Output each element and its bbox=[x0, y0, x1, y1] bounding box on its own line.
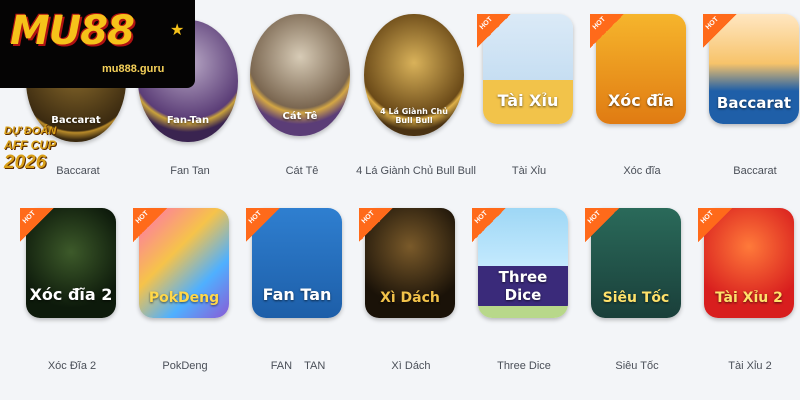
hot-badge: HOT bbox=[359, 208, 393, 242]
game-tile-fan-tan[interactable]: Fan Tan HOT FAN TAN bbox=[246, 208, 350, 372]
hot-badge: HOT bbox=[703, 14, 737, 48]
promo-line-1: DỰ ĐOÁN bbox=[4, 125, 57, 137]
hot-badge: HOT bbox=[698, 208, 732, 242]
hot-badge: HOT bbox=[472, 208, 506, 242]
hot-badge: HOT bbox=[585, 208, 619, 242]
brand-logo[interactable]: MU88 ★ mu888.guru bbox=[0, 0, 195, 88]
game-grid: Baccarat Baccarat Fan-Tan Fan Tan Cát Tê… bbox=[0, 0, 800, 400]
promo-line-3: 2026 bbox=[4, 152, 47, 173]
hot-badge: HOT bbox=[590, 14, 624, 48]
game-tile-three-dice[interactable]: Three Dice HOT Three Dice bbox=[472, 208, 576, 372]
star-icon: ★ bbox=[170, 22, 185, 39]
hot-badge: HOT bbox=[477, 14, 511, 48]
game-label: Tài Xỉu 2 bbox=[728, 360, 772, 372]
game-tile-tai-xiu-2[interactable]: Tài Xỉu 2 HOT Tài Xỉu 2 bbox=[698, 208, 800, 372]
game-tile-4-la-bull-bull[interactable]: 4 Lá Giành Chủ Bull Bull 4 Lá Giành Chủ … bbox=[356, 14, 476, 177]
game-tile-tai-xiu[interactable]: Tài Xỉu HOT Tài Xỉu bbox=[477, 14, 581, 177]
hot-badge: HOT bbox=[20, 208, 54, 242]
game-tile-cat-te[interactable]: Cát Tê Cát Tê bbox=[250, 14, 354, 177]
hot-badge: HOT bbox=[246, 208, 280, 242]
promo-line-2: AFF CUP bbox=[4, 138, 56, 152]
game-tile-pokdeng[interactable]: PokDeng HOT PokDeng bbox=[133, 208, 237, 372]
game-tile-xoc-dia-2[interactable]: Xóc đĩa 2 HOT Xóc Đĩa 2 bbox=[20, 208, 124, 372]
game-label: Baccarat bbox=[733, 165, 777, 177]
logo-text: MU88 bbox=[10, 8, 135, 54]
promo-banner[interactable]: DỰ ĐOÁN AFF CUP 2026 bbox=[4, 125, 64, 173]
game-tile-xi-dach[interactable]: Xì Dách HOT Xì Dách bbox=[359, 208, 463, 372]
hot-badge: HOT bbox=[133, 208, 167, 242]
game-tile-xoc-dia[interactable]: Xóc đĩa HOT Xóc đĩa bbox=[590, 14, 694, 177]
game-tile-sieu-toc[interactable]: Siêu Tốc HOT Siêu Tốc bbox=[585, 208, 689, 372]
logo-site: mu888.guru bbox=[102, 63, 165, 75]
bull-art-icon: 4 Lá Giành Chủ Bull Bull bbox=[364, 14, 464, 136]
cat-cards-art-icon: Cát Tê bbox=[250, 14, 350, 136]
game-tile-baccarat[interactable]: Baccarat HOT Baccarat bbox=[703, 14, 800, 177]
